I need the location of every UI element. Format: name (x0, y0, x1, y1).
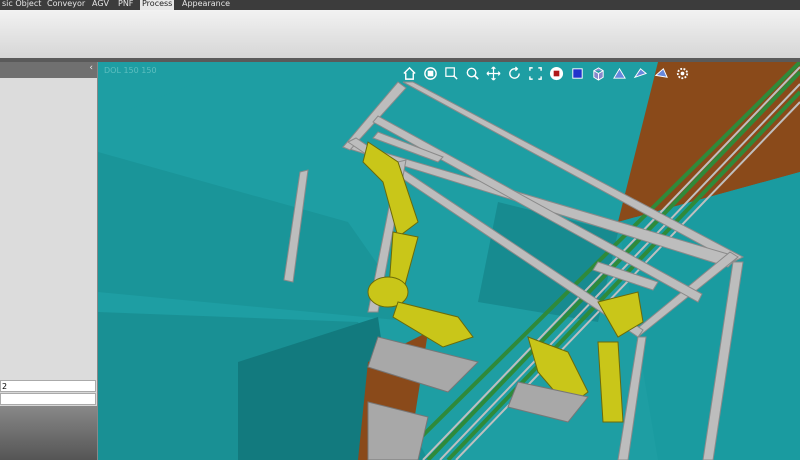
ribbon (0, 10, 800, 59)
view-cube-icon[interactable] (421, 64, 439, 82)
color-icon[interactable] (568, 64, 586, 82)
tab-conveyor[interactable]: Conveyor (45, 0, 87, 10)
factory-scene (98, 62, 800, 460)
tab-agv[interactable]: AGV (90, 0, 111, 10)
zoom-icon[interactable] (463, 64, 481, 82)
stop-icon[interactable] (547, 64, 565, 82)
coordinate-readout: DOL 150 150 (104, 66, 157, 75)
settings-icon[interactable] (673, 64, 691, 82)
menu-bar: sic Object Conveyor AGV PNF Process Appe… (0, 0, 800, 10)
pan-icon[interactable] (484, 64, 502, 82)
view-toolbar (400, 64, 691, 82)
view-front-icon[interactable] (610, 64, 628, 82)
box-icon[interactable] (589, 64, 607, 82)
tab-appearance[interactable]: Appearance (180, 0, 232, 10)
home-icon[interactable] (400, 64, 418, 82)
tab-pnf[interactable]: PNF (116, 0, 135, 10)
3d-viewport[interactable]: DOL 150 150 (98, 62, 800, 460)
left-panel-lower (0, 406, 97, 460)
collapse-icon[interactable]: ‹ (89, 63, 93, 73)
left-panel-header: ‹ (0, 62, 97, 78)
view-side-icon[interactable] (631, 64, 649, 82)
rotate-icon[interactable] (505, 64, 523, 82)
fit-icon[interactable] (526, 64, 544, 82)
tab-process[interactable]: Process (140, 0, 175, 10)
zoom-window-icon[interactable] (442, 64, 460, 82)
tab-basic-object[interactable]: sic Object (0, 0, 43, 10)
left-panel-body (0, 78, 97, 380)
property-field-2[interactable] (0, 393, 96, 405)
view-top-icon[interactable] (652, 64, 670, 82)
property-field[interactable]: 2 (0, 380, 96, 392)
left-panel: ‹ 2 (0, 62, 98, 460)
